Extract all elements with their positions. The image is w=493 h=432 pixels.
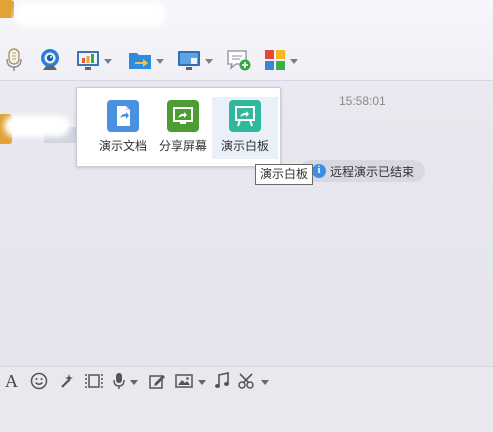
- present-menu-button[interactable]: [76, 44, 112, 76]
- remote-desktop-icon: [178, 51, 200, 70]
- webcam-icon: [41, 49, 59, 70]
- chevron-down-icon: [198, 379, 206, 385]
- edit-icon: [149, 375, 165, 389]
- voice-icon: [113, 373, 125, 389]
- remote-desktop-button[interactable]: [177, 44, 213, 76]
- app-center-button[interactable]: [264, 44, 298, 76]
- app-grid-icon: [265, 50, 285, 70]
- contact-name-redacted: [14, 3, 166, 27]
- screenshot-button[interactable]: [84, 371, 104, 391]
- menu-item-whiteboard[interactable]: 演示白板: [212, 97, 278, 159]
- present-popup-menu: 演示文档 分享屏幕 演示白板: [76, 87, 281, 167]
- chevron-down-icon: [290, 58, 298, 64]
- music-icon: [215, 372, 229, 388]
- send-image-button[interactable]: [174, 371, 206, 391]
- add-app-button[interactable]: [226, 44, 252, 76]
- chevron-down-icon: [130, 379, 138, 385]
- send-file-button[interactable]: [128, 44, 164, 76]
- document-present-icon: [107, 100, 139, 132]
- emoji-icon: [30, 372, 48, 390]
- whiteboard-icon: [229, 100, 261, 132]
- handwriting-button[interactable]: [148, 371, 166, 391]
- video-call-button[interactable]: [38, 44, 62, 76]
- emoji-button[interactable]: [30, 371, 48, 391]
- image-icon: [175, 374, 193, 388]
- magic-icon: [61, 374, 73, 388]
- scissors-icon: [238, 373, 254, 389]
- chevron-down-icon: [104, 58, 112, 64]
- screen-capture-button[interactable]: [237, 371, 269, 391]
- magic-expression-button[interactable]: [58, 371, 76, 391]
- info-icon: i: [312, 164, 326, 178]
- menu-item-share-screen[interactable]: 分享屏幕: [150, 97, 216, 159]
- message-timestamp: 15:58:01: [339, 94, 386, 108]
- present-menu-icon: [77, 51, 99, 70]
- share-screen-icon: [167, 100, 199, 132]
- chevron-down-icon: [156, 58, 164, 64]
- menu-item-label: 演示白板: [220, 139, 269, 153]
- voice-call-button[interactable]: [4, 44, 24, 76]
- menu-item-label: 演示文档: [98, 139, 147, 153]
- screenshot-icon: [85, 374, 103, 388]
- voice-message-button[interactable]: [112, 371, 138, 391]
- send-music-button[interactable]: [213, 371, 231, 391]
- menu-item-label: 分享屏幕: [158, 139, 207, 153]
- chevron-down-icon: [261, 379, 269, 385]
- system-notice: i 远程演示已结束: [300, 160, 425, 182]
- input-toolbar: A: [0, 371, 493, 393]
- contact-avatar[interactable]: [0, 0, 14, 18]
- system-notice-text: 远程演示已结束: [330, 164, 415, 179]
- sender-message-redacted: [4, 115, 70, 137]
- font-button[interactable]: A: [5, 371, 18, 391]
- add-app-icon: [227, 50, 251, 71]
- mic-icon: [6, 48, 22, 71]
- font-icon: A: [5, 371, 18, 391]
- chevron-down-icon: [205, 58, 213, 64]
- tooltip: 演示白板: [255, 164, 314, 185]
- file-transfer-icon: [129, 53, 151, 69]
- menu-item-present-document[interactable]: 演示文档: [90, 97, 156, 159]
- chat-toolbar: [0, 44, 493, 78]
